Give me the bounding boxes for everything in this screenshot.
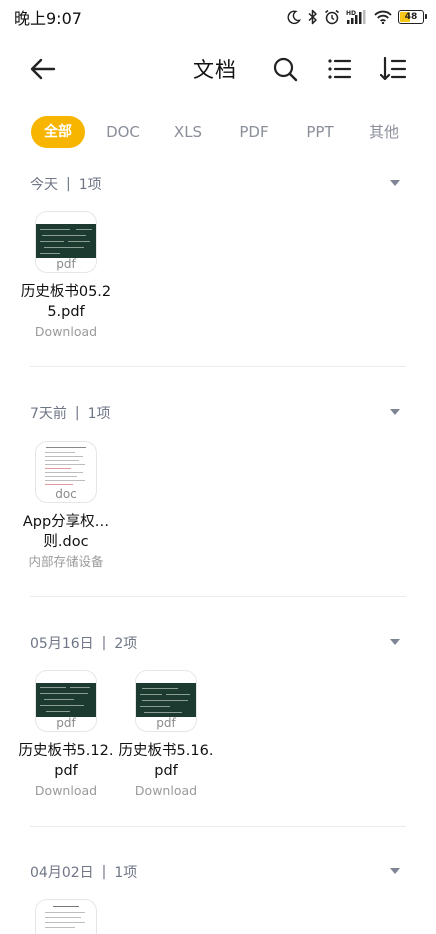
blackboard-preview (36, 683, 96, 717)
collapse-caret-icon[interactable] (390, 639, 400, 645)
section-count: 2项 (114, 636, 138, 652)
collapse-caret-icon[interactable] (390, 180, 400, 186)
collapse-caret-icon[interactable] (390, 868, 400, 874)
section-separator: | (74, 405, 80, 421)
alarm-icon (325, 9, 339, 25)
search-icon (273, 57, 298, 82)
file-type-label: doc (55, 487, 77, 501)
tab-all[interactable]: 全部 (31, 116, 85, 148)
sort-icon (379, 56, 407, 81)
page-title: 文档 (193, 58, 237, 82)
status-icons: HD 48 (286, 9, 427, 25)
filter-tabs: 全部 DOC XLS PDF PPT 其他 (0, 116, 436, 150)
file-thumbnail: pdf (135, 670, 197, 732)
status-bar: 晚上9:07 HD 48 (0, 0, 436, 34)
battery-icon: 48 (398, 10, 427, 24)
file-type-label: pdf (156, 716, 176, 730)
file-thumbnail (35, 899, 97, 934)
section-header-7-days-ago[interactable]: 7天前 | 1项 (30, 401, 406, 425)
file-item[interactable]: pdf 历史板书05.25.pdf Download (16, 211, 116, 341)
file-type-label: pdf (56, 257, 76, 271)
section-label: 05月16日 (30, 636, 94, 652)
section-label: 7天前 (30, 406, 67, 422)
search-button[interactable] (270, 54, 300, 84)
section-count: 1项 (87, 406, 111, 422)
file-thumbnail: doc (35, 441, 97, 503)
file-thumbnail: pdf (35, 670, 97, 732)
moon-icon (287, 10, 301, 24)
file-item[interactable]: pdf 历史板书5.12.pdf Download (16, 670, 116, 800)
file-location: Download (134, 783, 198, 798)
file-location: Download (34, 324, 98, 339)
tab-doc[interactable]: DOC (101, 116, 145, 148)
wifi-icon (374, 10, 392, 24)
file-thumbnail: pdf (35, 211, 97, 273)
section-count: 1项 (114, 865, 138, 881)
hd-signal-icon: HD (346, 10, 366, 24)
file-name: 历史板书05.25.pdf (20, 284, 112, 320)
file-type-label: pdf (56, 716, 76, 730)
section-label: 04月02日 (30, 865, 94, 881)
file-manager-screen: 晚上9:07 HD 48 文档 全部 DOC XLS PDF PPT 其他 今天… (0, 0, 436, 934)
sort-button[interactable] (379, 54, 409, 84)
back-arrow-icon (30, 58, 56, 80)
file-item[interactable]: pdf 历史板书5.16.pdf Download (116, 670, 216, 800)
blackboard-preview (36, 224, 96, 258)
svg-text:HD: HD (346, 10, 356, 17)
file-name: App分享权…则.doc (22, 514, 110, 550)
section-divider (30, 366, 406, 367)
file-location: Download (34, 783, 98, 798)
section-count: 1项 (78, 177, 102, 193)
section-separator: | (101, 635, 107, 651)
section-divider (30, 596, 406, 597)
section-separator: | (66, 176, 71, 192)
app-header: 文档 (0, 44, 436, 94)
list-view-button[interactable] (325, 54, 355, 84)
tab-pdf[interactable]: PDF (234, 116, 274, 148)
file-name: 历史板书5.12.pdf (18, 743, 114, 779)
file-item[interactable] (16, 899, 116, 934)
file-name: 历史板书5.16.pdf (118, 743, 214, 779)
section-header-05-16[interactable]: 05月16日 | 2项 (30, 631, 406, 655)
section-label: 今天 (30, 177, 58, 193)
file-location: 内部存储设备 (28, 554, 104, 569)
list-view-icon (328, 59, 352, 79)
section-header-today[interactable]: 今天 | 1项 (30, 172, 406, 196)
blackboard-preview (136, 683, 196, 717)
section-divider (30, 826, 406, 827)
section-header-04-02[interactable]: 04月02日 | 1项 (30, 860, 406, 884)
tab-other[interactable]: 其他 (364, 116, 404, 148)
status-time: 晚上9:07 (14, 9, 82, 28)
battery-percent: 48 (404, 11, 418, 22)
collapse-caret-icon[interactable] (390, 409, 400, 415)
section-separator: | (101, 864, 107, 880)
bluetooth-icon (308, 9, 317, 25)
back-button[interactable] (28, 54, 60, 84)
tab-ppt[interactable]: PPT (300, 116, 340, 148)
tab-xls[interactable]: XLS (167, 116, 209, 148)
document-preview (42, 902, 90, 934)
file-item[interactable]: doc App分享权…则.doc 内部存储设备 (16, 441, 116, 571)
